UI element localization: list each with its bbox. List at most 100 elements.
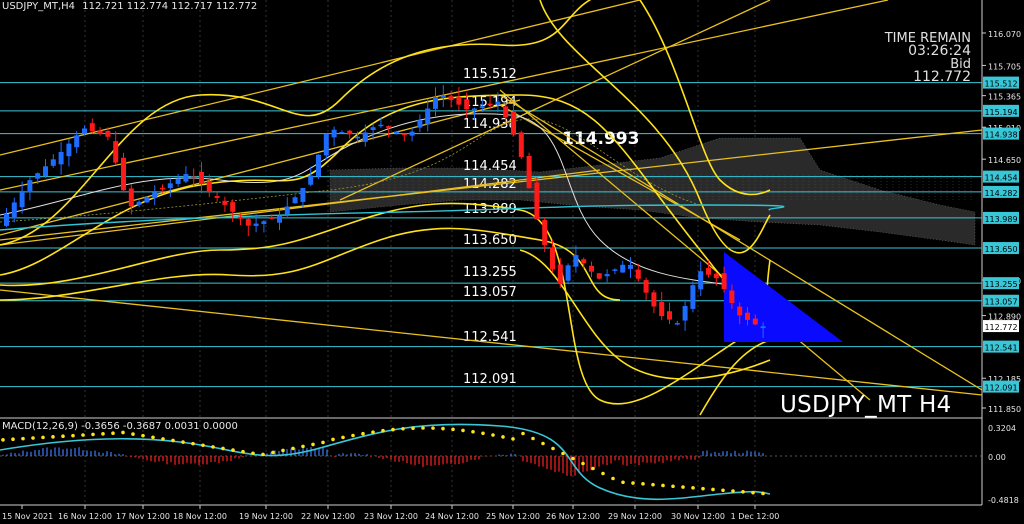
level-label: 113.255 bbox=[463, 265, 517, 280]
candle-up bbox=[82, 128, 87, 134]
level-price-tag-text: 115.194 bbox=[984, 108, 1017, 117]
macd-signal-dot bbox=[601, 471, 605, 476]
candle-up bbox=[277, 215, 282, 223]
macd-signal-dot bbox=[271, 450, 275, 455]
macd-signal-dot bbox=[61, 434, 65, 439]
candle-down bbox=[534, 182, 540, 220]
candle-down bbox=[230, 202, 236, 212]
candle-up bbox=[495, 101, 501, 105]
time-axis-label: 17 Nov 12:00 bbox=[116, 512, 170, 521]
price-axis-label: 115.365 bbox=[988, 93, 1021, 102]
macd-signal-dot bbox=[341, 435, 345, 440]
candle-up bbox=[74, 135, 80, 148]
candle-down bbox=[511, 111, 516, 135]
level-price-tag-text: 113.057 bbox=[984, 298, 1017, 307]
time-axis-label: 22 Nov 12:00 bbox=[301, 512, 355, 521]
macd-signal-dot bbox=[391, 427, 395, 432]
macd-signal-dot bbox=[421, 426, 425, 430]
trend-line bbox=[0, 99, 521, 236]
macd-signal-dot bbox=[191, 441, 195, 446]
price-chart[interactable]: 115.512 115.194 114.938 114.454 114.282 113.9… bbox=[0, 0, 1024, 524]
macd-signal-dot bbox=[281, 448, 285, 453]
candle-up bbox=[620, 264, 626, 273]
macd-axis-label: 0.00 bbox=[988, 453, 1006, 462]
candle-down bbox=[448, 96, 454, 101]
level-price-tag-text: 112.091 bbox=[984, 384, 1017, 393]
macd-signal-dot bbox=[701, 486, 705, 491]
macd-signal-dot bbox=[551, 446, 555, 451]
macd-signal-dot bbox=[351, 433, 355, 438]
candle-up bbox=[261, 221, 267, 224]
candle-down bbox=[713, 273, 719, 279]
chart-window[interactable]: 115.512 115.194 114.938 114.454 114.282 113.9… bbox=[0, 0, 1024, 524]
candle-down bbox=[721, 273, 727, 290]
candle-down bbox=[752, 318, 758, 325]
macd-signal-dot bbox=[721, 488, 725, 493]
candle-down bbox=[214, 195, 220, 198]
macd-signal-dot bbox=[481, 431, 485, 436]
time-axis-label: 15 Nov 2021 bbox=[2, 512, 53, 521]
candle-up bbox=[417, 120, 423, 128]
candle-up bbox=[433, 96, 438, 109]
time-axis-label: 29 Nov 12:00 bbox=[608, 512, 662, 521]
macd-axis-label: -0.4818 bbox=[988, 496, 1019, 505]
candle-up bbox=[612, 269, 618, 271]
macd-signal-dot bbox=[691, 486, 695, 490]
candle-up bbox=[19, 190, 25, 208]
candle-up bbox=[479, 106, 485, 109]
macd-signal-dot bbox=[51, 435, 55, 439]
candle-up bbox=[682, 305, 688, 321]
candle-up bbox=[284, 206, 290, 215]
candle-down bbox=[89, 123, 95, 132]
time-remain-panel: TIME REMAIN 03:26:24 Bid 112.772 bbox=[885, 32, 971, 84]
macd-signal-dot bbox=[301, 444, 305, 449]
candle-down bbox=[557, 264, 563, 284]
macd-signal-dot bbox=[521, 431, 525, 436]
candle-up bbox=[183, 174, 189, 182]
level-label: 113.057 bbox=[463, 285, 517, 300]
candle-up bbox=[690, 285, 696, 309]
candle-down bbox=[526, 155, 532, 189]
macd-signal-dot bbox=[651, 482, 655, 487]
macd-signal-dot bbox=[431, 426, 435, 430]
candle-up bbox=[136, 201, 142, 205]
macd-signal-dot bbox=[241, 449, 245, 454]
macd-signal-dot bbox=[131, 432, 135, 436]
candle-up bbox=[472, 108, 477, 111]
macd-signal-dot bbox=[461, 428, 465, 433]
macd-signal-dot bbox=[451, 427, 455, 432]
candle-down bbox=[706, 268, 711, 275]
macd-axis-label: 0.3204 bbox=[988, 424, 1016, 433]
macd-signal-dot bbox=[671, 484, 675, 489]
candle-down bbox=[659, 302, 665, 317]
macd-signal-dot bbox=[261, 452, 265, 457]
candle-down bbox=[199, 171, 204, 185]
candle-up bbox=[628, 264, 633, 269]
macd-signal-dot bbox=[621, 480, 625, 485]
macd-signal-dot bbox=[441, 426, 445, 431]
macd-signal-dot bbox=[471, 429, 475, 434]
macd-signal-dot bbox=[761, 491, 765, 496]
macd-signal-dot bbox=[11, 437, 15, 442]
macd-signal-dot bbox=[221, 446, 225, 451]
candle-down bbox=[386, 126, 392, 129]
candle-down bbox=[729, 290, 735, 303]
candle-up bbox=[440, 95, 446, 98]
candle-up bbox=[331, 129, 337, 138]
macd-signal-dot bbox=[681, 485, 685, 489]
candle-up bbox=[58, 151, 64, 165]
level-price-tag-text: 114.454 bbox=[984, 174, 1017, 183]
candle-up bbox=[35, 173, 41, 179]
macd-signal-dot bbox=[31, 436, 35, 440]
chart-header: USDJPY_MT,H4 112.721 112.774 112.717 112… bbox=[2, 1, 257, 12]
candle-up bbox=[308, 175, 314, 185]
macd-signal-dot bbox=[381, 428, 385, 433]
level-price-tag-text: 113.255 bbox=[984, 280, 1017, 289]
macd-signal-dot bbox=[641, 482, 645, 486]
level-price-tag-text: 115.512 bbox=[984, 80, 1017, 89]
macd-signal-dot bbox=[531, 436, 535, 441]
bid-value: 112.772 bbox=[913, 69, 971, 85]
macd-signal-dot bbox=[631, 481, 635, 485]
candle-down bbox=[643, 280, 649, 293]
symbol-watermark: USDJPY_MT H4 bbox=[780, 392, 952, 418]
